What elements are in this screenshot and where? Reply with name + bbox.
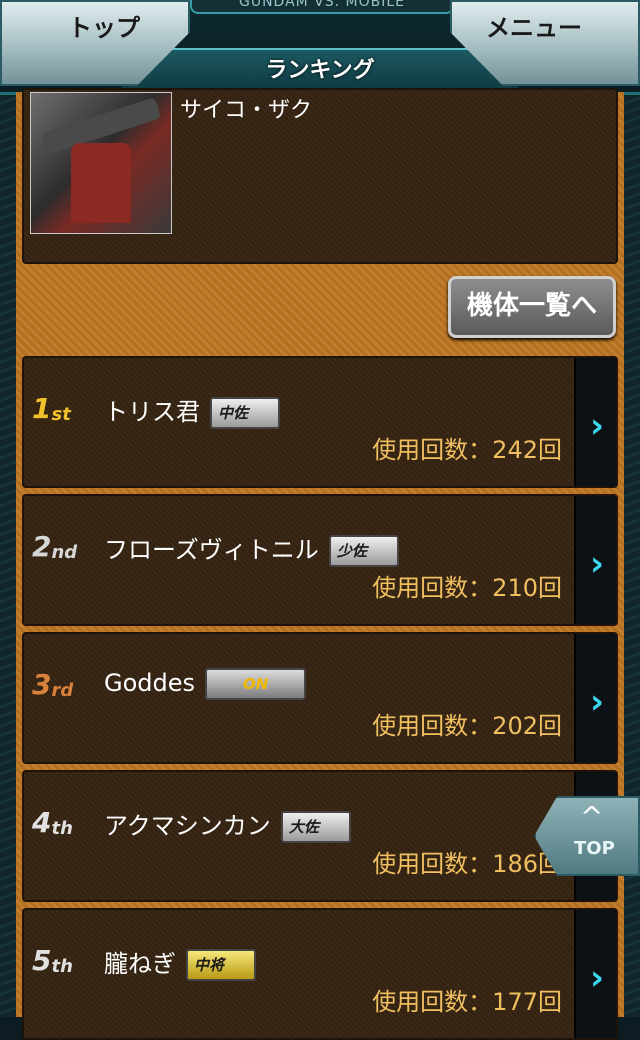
scroll-top-label: TOP: [574, 838, 615, 859]
rank-badge: 少佐: [328, 535, 399, 567]
player-name: フローズヴィトニル 少佐: [104, 530, 399, 567]
frame-left: [0, 0, 17, 1017]
chevron-right-icon: ›: [589, 682, 604, 722]
player-name: 朧ねぎ 中将: [104, 944, 257, 981]
content: サイコ・ザク 機体一覧へ 1st トリス君 中佐 使用回数：242回 › 2nd …: [16, 88, 624, 1040]
rank-badge: 大佐: [280, 811, 351, 843]
game-title: GUNDAM VS. MOBILE: [190, 0, 454, 14]
unit-body-shape: [71, 143, 131, 223]
rank-position: 2nd: [32, 530, 78, 563]
rank-badge: ON: [205, 668, 307, 700]
ranking-row[interactable]: 4th アクマシンカン大佐 使用回数：186回 ›: [22, 770, 618, 902]
unit-name: サイコ・ザク: [180, 98, 313, 123]
chevron-up-icon: ^: [580, 800, 604, 833]
chevron-right-icon: ›: [589, 406, 604, 446]
top-nav-label: トップ: [68, 14, 140, 42]
usage-count: 使用回数：186回: [372, 850, 562, 878]
unit-list-button[interactable]: 機体一覧へ: [448, 276, 616, 338]
ranking-row[interactable]: 2nd フローズヴィトニル 少佐 使用回数：210回 ›: [22, 494, 618, 626]
ranking-row[interactable]: 1st トリス君 中佐 使用回数：242回 ›: [22, 356, 618, 488]
player-name: トリス君 中佐: [104, 392, 281, 429]
chevron-right-icon: ›: [589, 958, 604, 998]
chevron-right-icon: ›: [589, 544, 604, 584]
rank-badge: 中佐: [210, 397, 281, 429]
player-name: Goddes ON: [104, 668, 307, 700]
header: GUNDAM VS. MOBILE ランキング トップ メニュー: [0, 0, 640, 95]
unit-card: サイコ・ザク: [22, 88, 618, 264]
ranking-row[interactable]: 3rd Goddes ON 使用回数：202回 ›: [22, 632, 618, 764]
rank-position: 5th: [32, 944, 73, 977]
rank-position: 4th: [32, 806, 73, 839]
usage-count: 使用回数：210回: [372, 574, 562, 602]
rank-badge: 中将: [186, 949, 257, 981]
player-name: アクマシンカン 大佐: [104, 806, 351, 843]
rank-position: 1st: [32, 392, 71, 425]
usage-count: 使用回数：202回: [372, 712, 562, 740]
menu-label: メニュー: [486, 14, 582, 42]
usage-count: 使用回数：242回: [372, 436, 562, 464]
rank-position: 3rd: [32, 668, 74, 701]
usage-count: 使用回数：177回: [372, 988, 562, 1016]
ranking-row[interactable]: 5th 朧ねぎ 中将 使用回数：177回 ›: [22, 908, 618, 1040]
unit-thumbnail: [30, 92, 172, 234]
